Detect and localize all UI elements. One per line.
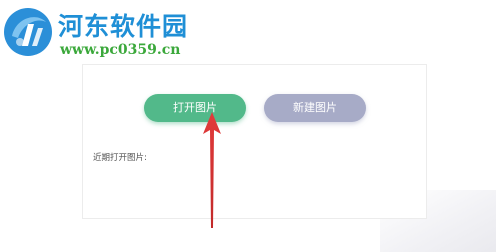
new-image-button[interactable]: 新建图片 [264,94,366,122]
screenshot-root: 河东软件园 www.pc0359.cn 打开图片 新建图片 近期打开图片: [0,0,496,252]
hedong-logo-icon [4,8,52,56]
recent-images-label: 近期打开图片: [93,153,147,163]
open-image-button[interactable]: 打开图片 [144,94,246,122]
open-image-panel: 打开图片 新建图片 近期打开图片: [82,64,427,219]
watermark-url: www.pc0359.cn [60,42,181,58]
watermark-title: 河东软件园 [58,12,189,41]
